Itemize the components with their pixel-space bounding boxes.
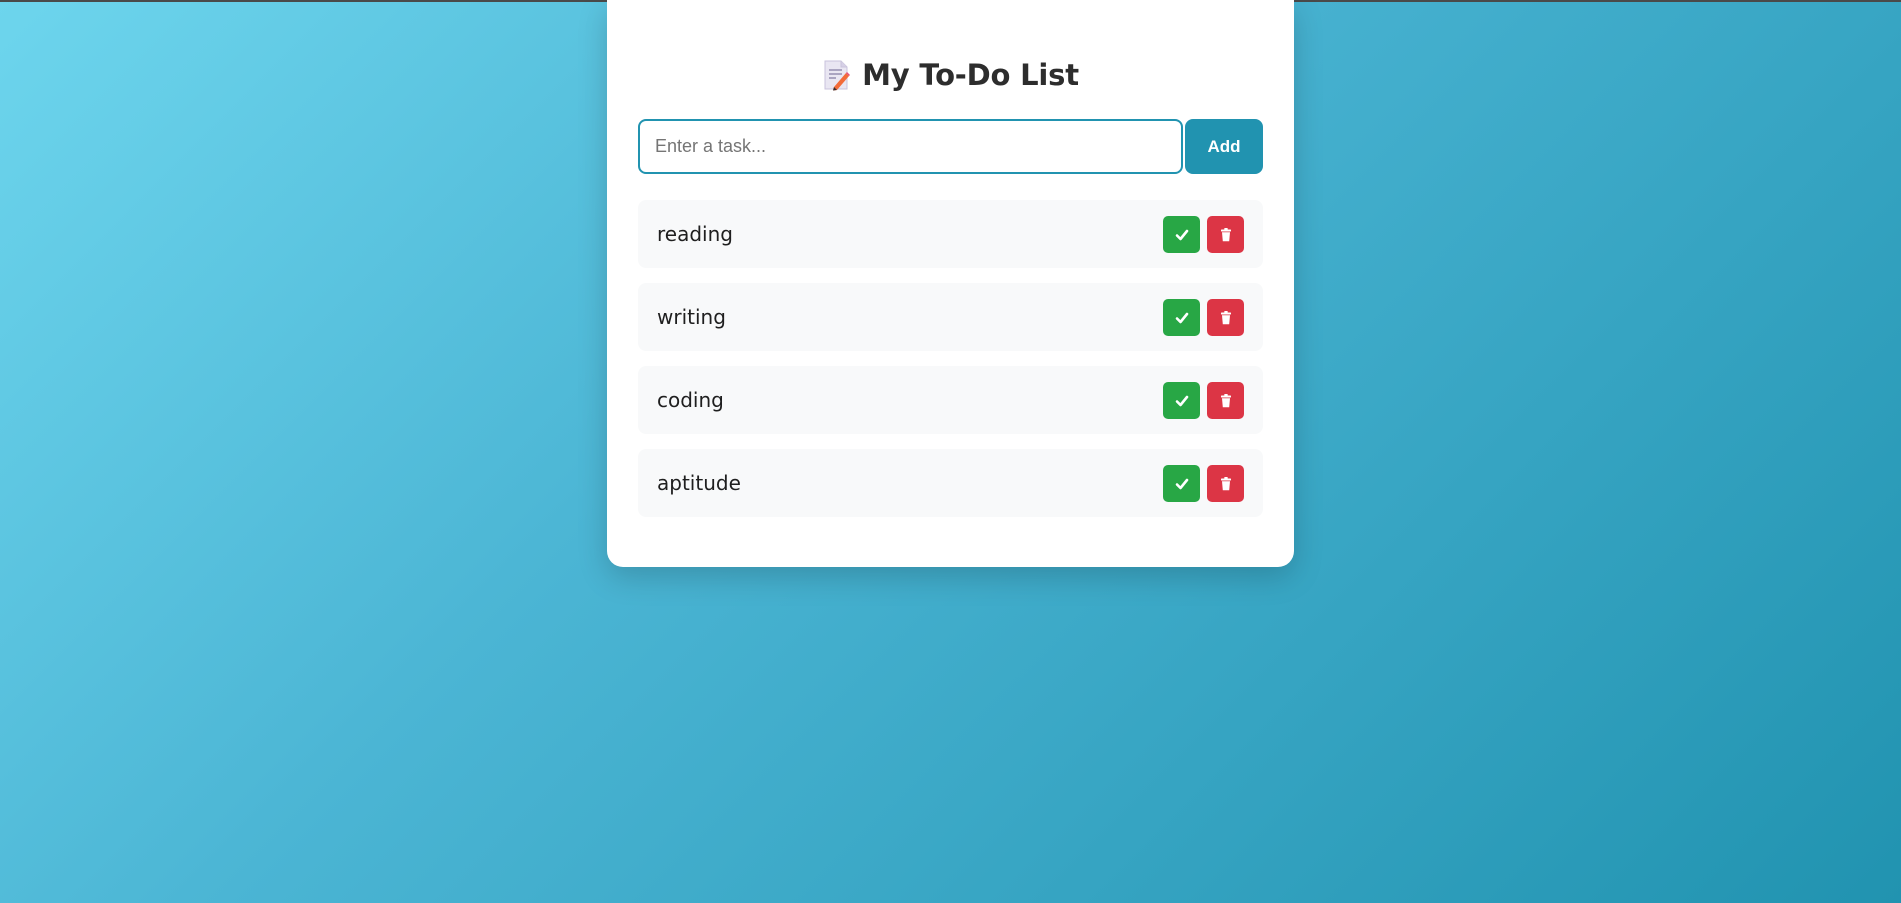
task-actions <box>1163 382 1244 419</box>
task-text: reading <box>657 222 733 246</box>
trash-icon <box>1220 310 1231 324</box>
header: My To-Do List <box>607 52 1294 98</box>
task-text: aptitude <box>657 471 741 495</box>
delete-button[interactable] <box>1207 382 1244 419</box>
memo-icon <box>822 59 851 91</box>
task-item: reading <box>638 200 1263 268</box>
delete-button[interactable] <box>1207 216 1244 253</box>
checkmark-icon <box>1175 395 1188 406</box>
task-item: coding <box>638 366 1263 434</box>
task-input[interactable] <box>638 119 1183 174</box>
complete-button[interactable] <box>1163 465 1200 502</box>
complete-button[interactable] <box>1163 299 1200 336</box>
page-title: My To-Do List <box>862 58 1079 92</box>
checkmark-icon <box>1175 229 1188 240</box>
task-text: coding <box>657 388 724 412</box>
delete-button[interactable] <box>1207 465 1244 502</box>
task-item: aptitude <box>638 449 1263 517</box>
complete-button[interactable] <box>1163 382 1200 419</box>
task-actions <box>1163 465 1244 502</box>
task-list: reading writing coding aptitude <box>638 200 1263 532</box>
trash-icon <box>1220 393 1231 407</box>
task-item: writing <box>638 283 1263 351</box>
checkmark-icon <box>1175 312 1188 323</box>
task-actions <box>1163 299 1244 336</box>
add-task-button[interactable]: Add <box>1185 119 1263 174</box>
trash-icon <box>1220 227 1231 241</box>
task-actions <box>1163 216 1244 253</box>
checkmark-icon <box>1175 478 1188 489</box>
todo-card: My To-Do List Add reading <box>607 0 1294 567</box>
task-text: writing <box>657 305 726 329</box>
trash-icon <box>1220 476 1231 490</box>
complete-button[interactable] <box>1163 216 1200 253</box>
delete-button[interactable] <box>1207 299 1244 336</box>
